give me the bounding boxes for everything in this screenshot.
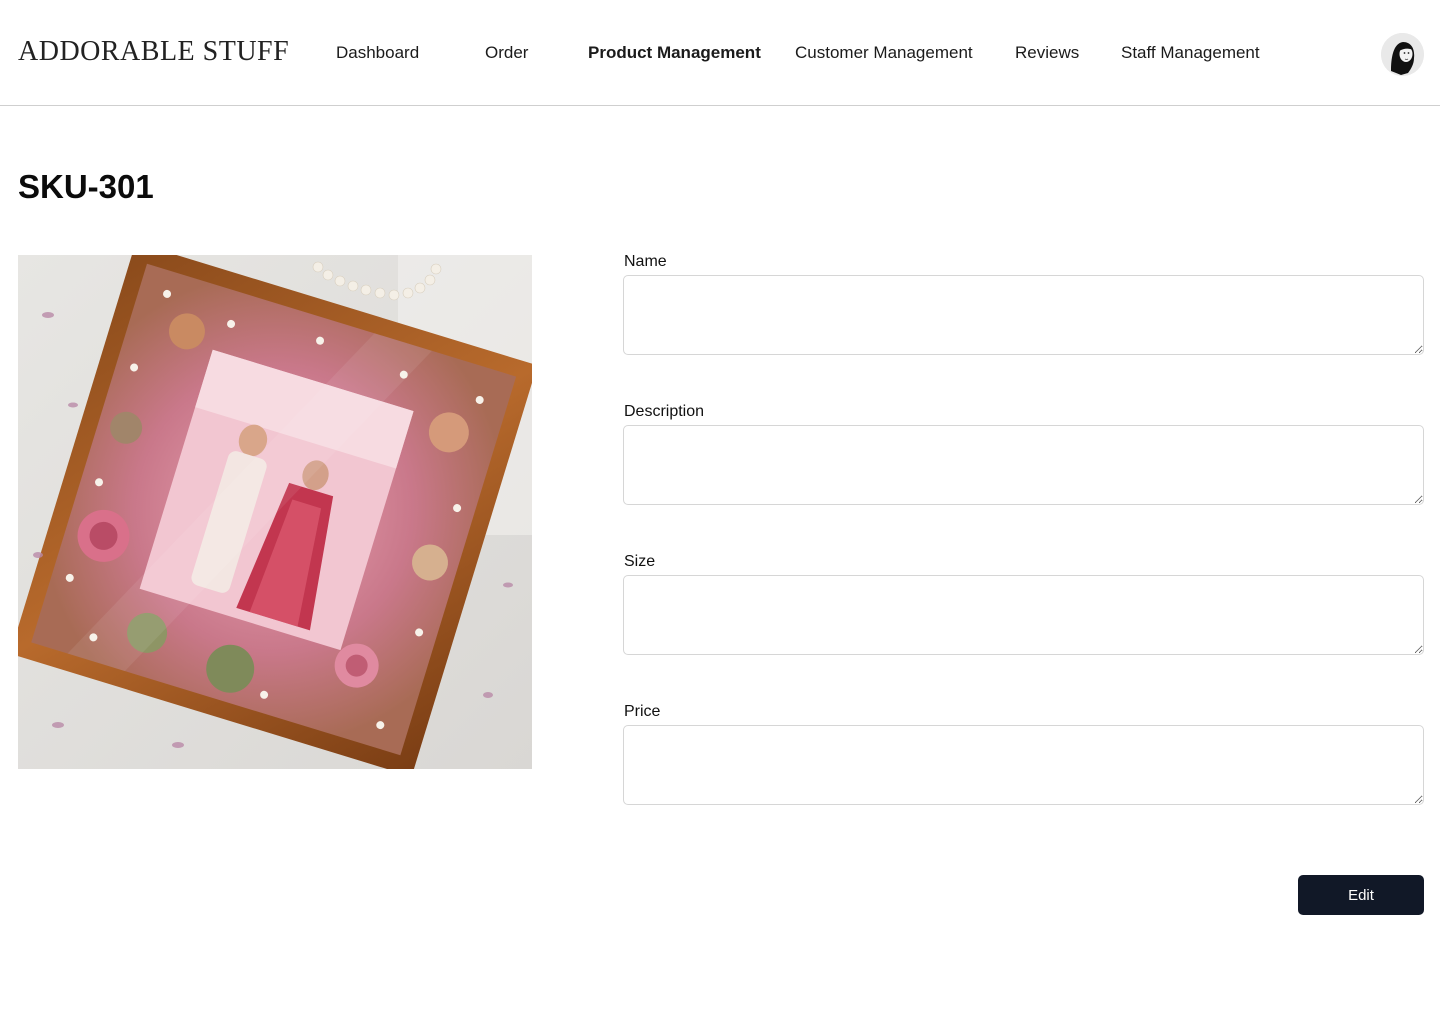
name-label: Name — [624, 253, 667, 270]
price-field[interactable] — [623, 725, 1424, 805]
description-label: Description — [624, 403, 705, 420]
edit-button[interactable]: Edit — [1298, 875, 1424, 915]
nav-item-reviews[interactable]: Reviews — [1015, 43, 1079, 63]
nav-item-dashboard[interactable]: Dashboard — [336, 43, 419, 63]
page-title-sku: SKU-301 — [18, 168, 154, 205]
product-image — [18, 255, 532, 769]
user-avatar[interactable] — [1381, 33, 1424, 76]
nav-item-staff-management[interactable]: Staff Management — [1121, 43, 1260, 63]
nav-item-product-management[interactable]: Product Management — [588, 43, 761, 63]
description-field[interactable] — [623, 425, 1424, 505]
size-label: Size — [624, 553, 656, 570]
user-avatar-icon — [1381, 33, 1424, 76]
product-photo-illustration — [18, 255, 532, 769]
brand-logo[interactable]: Addorable Stuff — [18, 36, 289, 68]
price-label: Price — [624, 703, 661, 720]
nav-item-customer-management[interactable]: Customer Management — [795, 43, 973, 63]
nav-item-order[interactable]: Order — [485, 43, 528, 63]
top-navigation-bar: Addorable Stuff Dashboard Order Product … — [0, 0, 1440, 106]
size-field[interactable] — [623, 575, 1424, 655]
name-field[interactable] — [623, 275, 1424, 355]
